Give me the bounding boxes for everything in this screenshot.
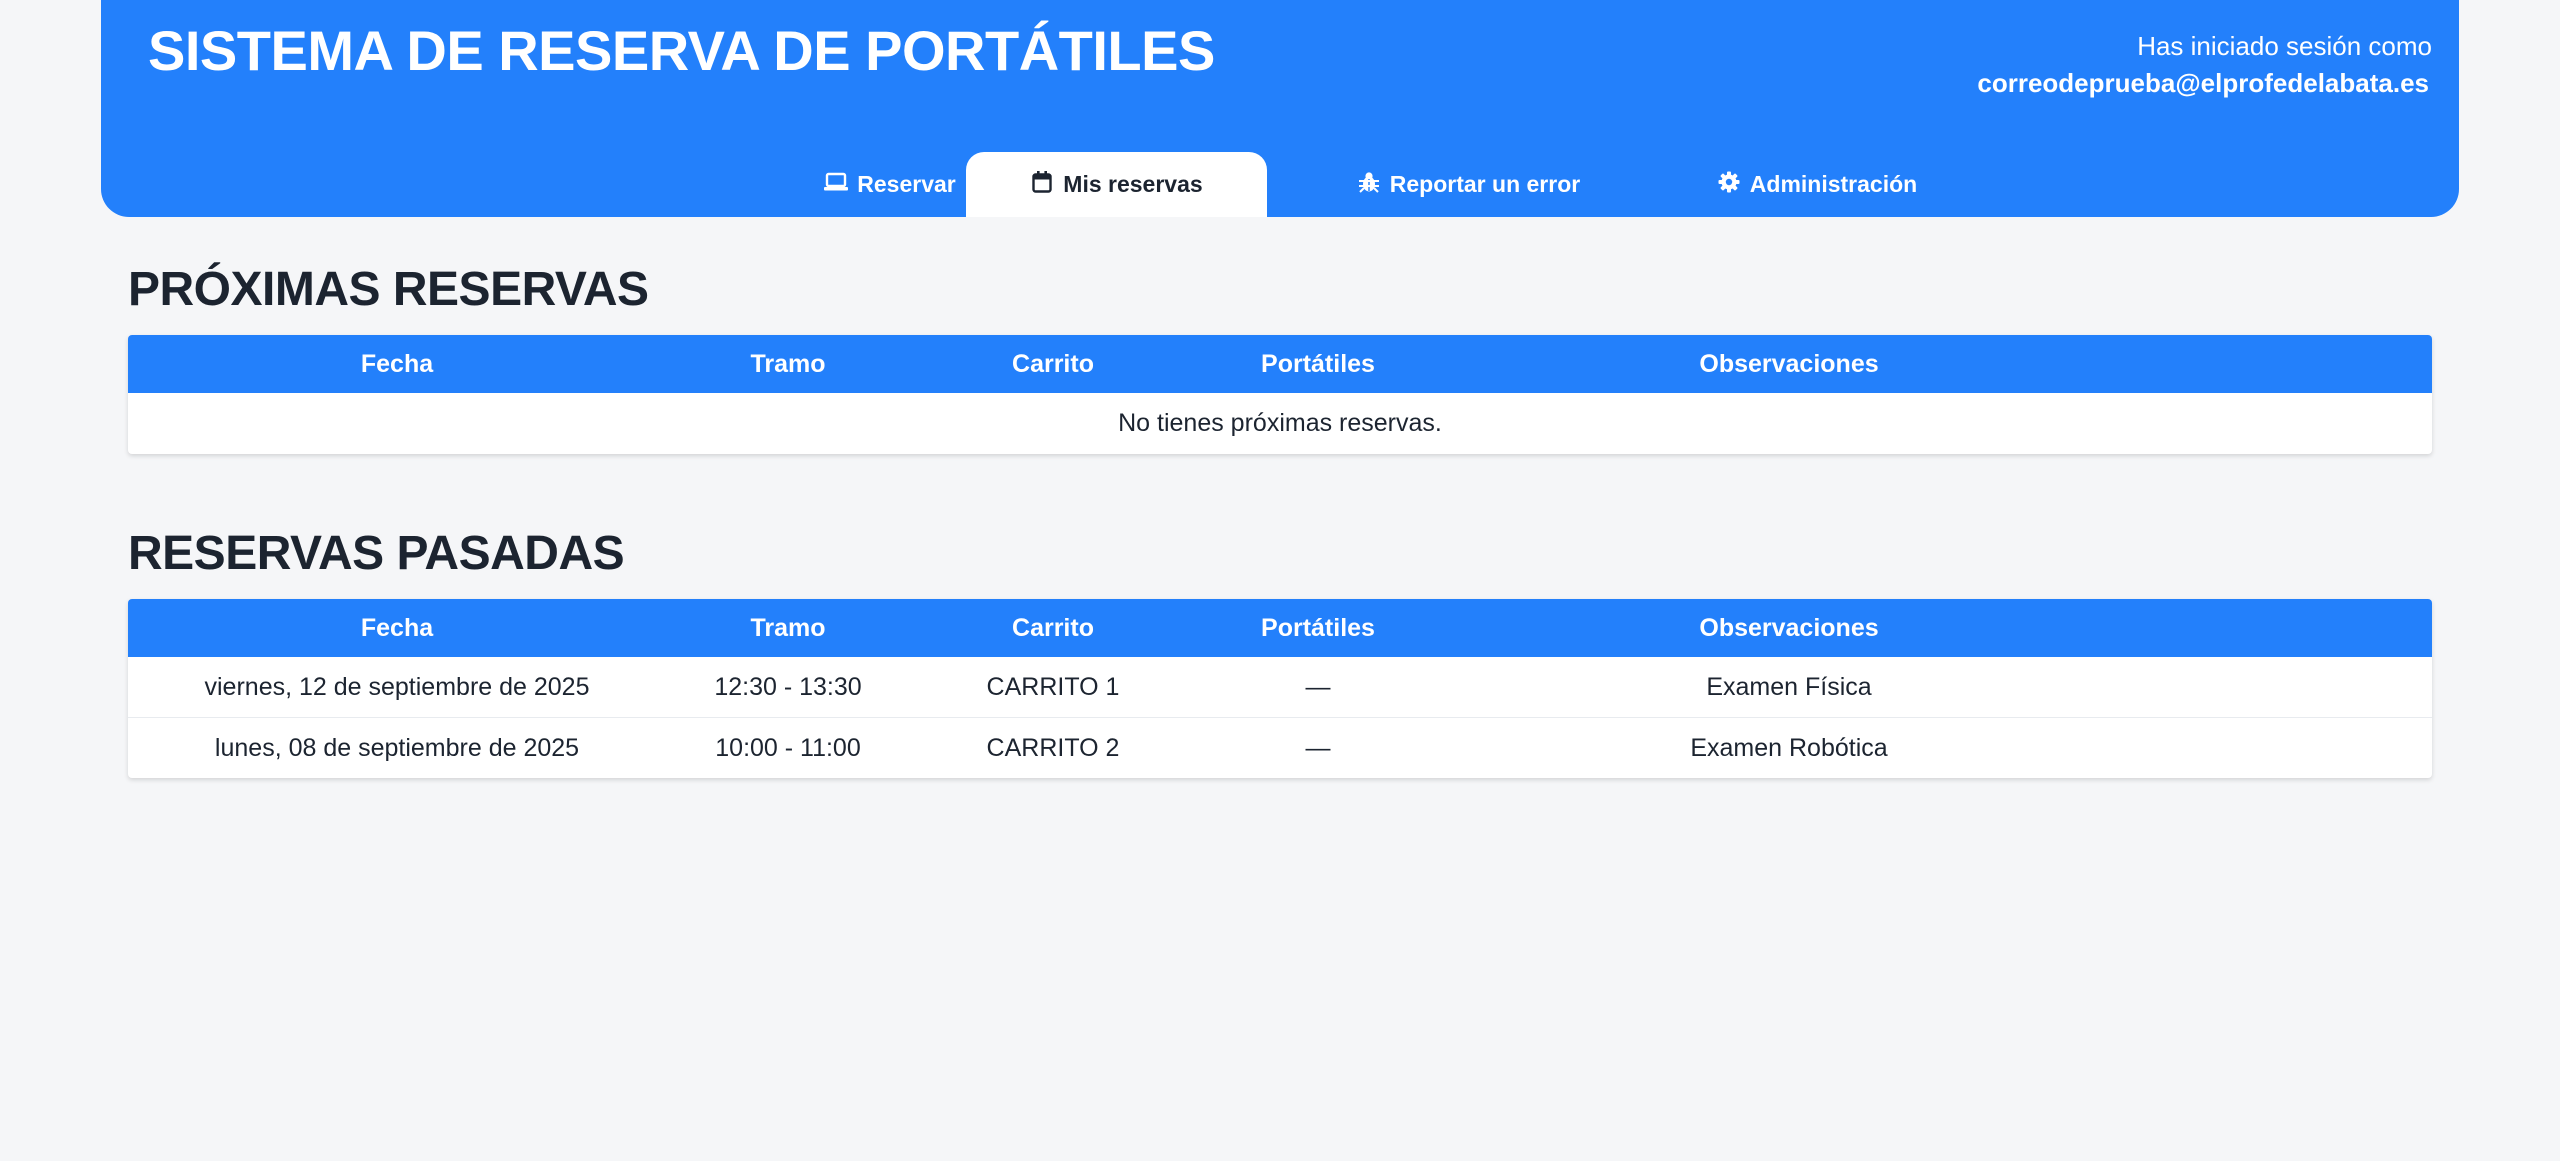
- app-title: SISTEMA DE RESERVA DE PORTÁTILES: [148, 19, 1215, 82]
- table-header: Fecha Tramo Carrito Portátiles Observaci…: [128, 599, 2432, 657]
- table-row: lunes, 08 de septiembre de 2025 10:00 - …: [128, 717, 2432, 778]
- column-header-carrito: Carrito: [1012, 350, 1094, 378]
- cell-tramo: 12:30 - 13:30: [714, 673, 862, 701]
- past-reservations-table: Fecha Tramo Carrito Portátiles Observaci…: [128, 599, 2432, 778]
- cell-observaciones: Examen Física: [1706, 673, 1872, 701]
- column-header-fecha: Fecha: [360, 350, 434, 378]
- cell-tramo: 10:00 - 11:00: [715, 734, 861, 762]
- column-header-portatiles: Portátiles: [1261, 350, 1375, 378]
- tab-label: Reportar un error: [1389, 171, 1581, 197]
- column-header-tramo: Tramo: [750, 614, 826, 642]
- laptop-icon: [824, 170, 849, 194]
- bug-icon: [1357, 170, 1381, 194]
- cell-portatiles: —: [1305, 734, 1331, 762]
- empty-message: No tienes próximas reservas.: [1118, 409, 1442, 437]
- cell-observaciones: Examen Robótica: [1690, 734, 1888, 762]
- tab-reportar-error[interactable]: Reportar un error: [1300, 152, 1637, 217]
- tab-mis-reservas[interactable]: Mis reservas: [966, 152, 1267, 217]
- table-body: viernes, 12 de septiembre de 2025 12:30 …: [128, 657, 2432, 778]
- column-header-observaciones: Observaciones: [1699, 350, 1879, 378]
- tab-label: Mis reservas: [1063, 171, 1203, 197]
- tab-administracion[interactable]: Administración: [1648, 152, 1986, 217]
- cell-fecha: lunes, 08 de septiembre de 2025: [214, 734, 580, 762]
- column-header-tramo: Tramo: [750, 350, 826, 378]
- nav-tabs: Reservar Mis reservas Reportar un error …: [101, 152, 2459, 217]
- session-label: Has iniciado sesión como: [2137, 31, 2432, 61]
- column-header-fecha: Fecha: [360, 614, 434, 642]
- tab-label: Reservar: [857, 171, 956, 197]
- gear-icon: [1717, 170, 1741, 194]
- upcoming-section-title: PRÓXIMAS RESERVAS: [128, 263, 649, 316]
- column-header-carrito: Carrito: [1012, 614, 1094, 642]
- column-header-portatiles: Portátiles: [1261, 614, 1375, 642]
- column-header-observaciones: Observaciones: [1699, 614, 1879, 642]
- past-section-title: RESERVAS PASADAS: [128, 527, 625, 580]
- table-row: viernes, 12 de septiembre de 2025 12:30 …: [128, 657, 2432, 717]
- cell-carrito: CARRITO 1: [986, 673, 1120, 701]
- cell-fecha: viernes, 12 de septiembre de 2025: [204, 673, 590, 701]
- cell-carrito: CARRITO 2: [986, 734, 1120, 762]
- cell-portatiles: —: [1305, 673, 1331, 701]
- table-header: Fecha Tramo Carrito Portátiles Observaci…: [128, 335, 2432, 393]
- app-header: SISTEMA DE RESERVA DE PORTÁTILES Has ini…: [101, 0, 2459, 217]
- calendar-icon: [1030, 170, 1054, 194]
- tab-label: Administración: [1749, 171, 1918, 197]
- upcoming-reservations-table: Fecha Tramo Carrito Portátiles Observaci…: [128, 335, 2432, 454]
- session-email: correodeprueba@elprofedelabata.es: [1977, 68, 2429, 98]
